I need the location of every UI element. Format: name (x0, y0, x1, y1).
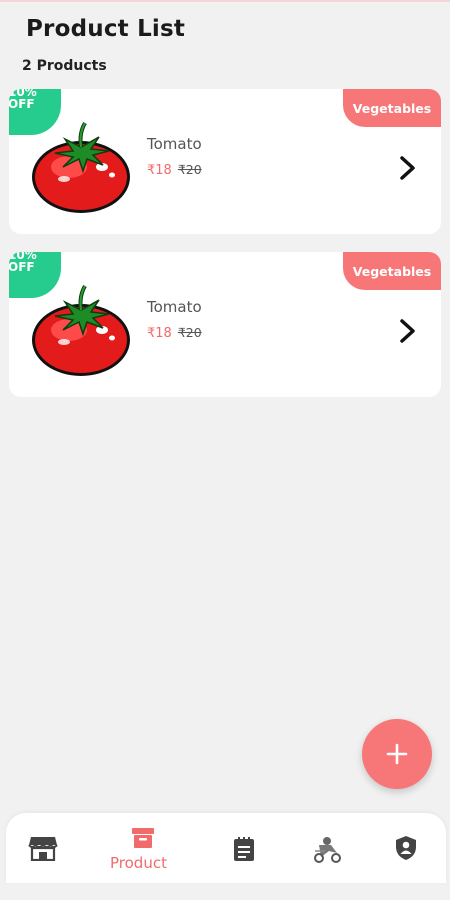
mrp-price: ₹20 (177, 325, 202, 340)
product-count: 2 Products (22, 58, 107, 74)
delivery-icon (314, 837, 341, 863)
price-row: ₹18 ₹20 (147, 162, 202, 178)
nav-item-store[interactable] (26, 813, 62, 883)
orders-list-icon (234, 837, 254, 861)
category-tag: Vegetables (343, 252, 441, 290)
product-name: Tomato (147, 135, 202, 153)
product-name: Tomato (147, 298, 202, 316)
store-icon (28, 837, 58, 861)
discount-text: 10% OFF (9, 89, 37, 111)
top-divider (0, 0, 450, 2)
page-title: Product List (26, 16, 186, 42)
product-card[interactable]: 10% OFF Vegetables Tomato ₹18 ₹20 (9, 252, 441, 397)
nav-item-delivery[interactable] (310, 813, 344, 883)
product-box-icon (132, 828, 154, 848)
selling-price: ₹18 (147, 163, 172, 178)
nav-item-orders[interactable] (232, 813, 258, 883)
selling-price: ₹18 (147, 326, 172, 341)
mrp-price: ₹20 (177, 162, 202, 177)
profile-shield-icon (396, 836, 416, 860)
chevron-right-icon[interactable] (399, 155, 417, 181)
product-card[interactable]: 10% OFF Vegetables Tomato ₹18 ₹20 (9, 89, 441, 234)
price-row: ₹18 ₹20 (147, 325, 202, 341)
chevron-right-icon[interactable] (399, 318, 417, 344)
nav-item-product[interactable]: Product (110, 813, 194, 883)
category-tag: Vegetables (343, 89, 441, 127)
discount-text: 10% OFF (9, 252, 37, 274)
tomato-image (32, 284, 130, 376)
nav-item-profile[interactable] (394, 813, 420, 883)
add-product-button[interactable] (362, 719, 432, 789)
bottom-nav: Product (6, 813, 446, 883)
tomato-image (32, 121, 130, 213)
plus-icon (386, 743, 408, 765)
nav-label-product: Product (110, 854, 167, 872)
